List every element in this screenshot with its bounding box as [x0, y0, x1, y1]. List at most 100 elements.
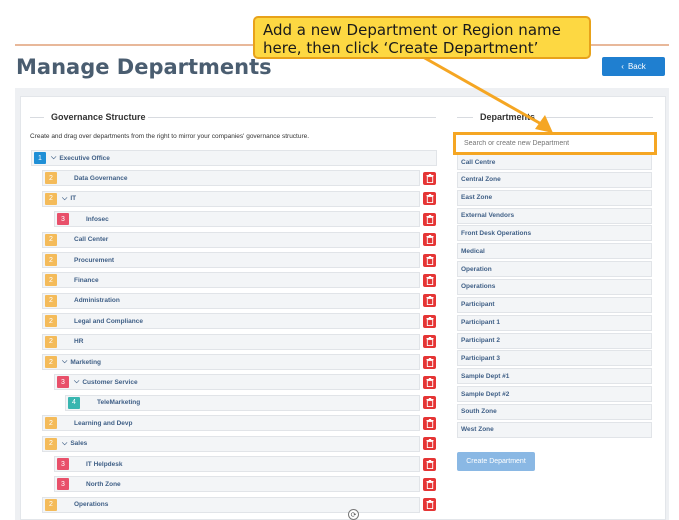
delete-icon[interactable] — [423, 375, 436, 389]
refresh-icon[interactable]: ⟳ — [348, 509, 359, 520]
tree-row-text: HR — [74, 338, 84, 346]
tree-row-label: ⌵ Customer Service — [74, 378, 138, 386]
tree-row-label: ⌵ IT — [62, 195, 76, 203]
governance-description: Create and drag over departments from th… — [30, 133, 310, 140]
tree-row[interactable]: 2 ⌵ Marketing — [42, 354, 420, 370]
tree-row-text: Operations — [74, 501, 109, 509]
callout-arrow-icon — [422, 55, 553, 133]
level-badge: 2 — [45, 315, 57, 328]
level-badge: 2 — [45, 294, 57, 307]
tree-row[interactable]: 3 North Zone — [54, 476, 420, 493]
department-item[interactable]: Sample Dept #1 — [457, 368, 652, 385]
department-item[interactable]: Participant 1 — [457, 314, 652, 331]
department-item[interactable]: External Vendors — [457, 207, 652, 224]
chevron-down-icon[interactable]: ⌵ — [51, 154, 56, 162]
level-badge: 2 — [45, 233, 57, 246]
tree-row[interactable]: 2 Finance — [42, 272, 420, 289]
delete-icon[interactable] — [423, 416, 436, 430]
tree-row[interactable]: 2 HR — [42, 333, 420, 350]
tree-row[interactable]: 3 ⌵ Customer Service — [54, 374, 420, 391]
tooltip-callout: Add a new Department or Region name here… — [253, 16, 591, 59]
tree-row-text: Legal and Compliance — [74, 317, 143, 325]
tree-row[interactable]: 3 Infosec — [54, 211, 420, 228]
delete-icon[interactable] — [423, 212, 436, 226]
delete-icon[interactable] — [423, 457, 436, 471]
callout-line-2: here, then click ‘Create Department’ — [263, 39, 539, 57]
tree-row-text: Marketing — [70, 358, 102, 366]
tree-row-label: Data Governance — [74, 175, 127, 182]
tree-row[interactable]: 2 Administration — [42, 292, 420, 309]
page-title: Manage Departments — [16, 55, 272, 79]
tree-row[interactable]: 2 Data Governance — [42, 170, 420, 187]
tree-row[interactable]: 2 Learning and Devp — [42, 415, 420, 432]
delete-icon[interactable] — [423, 498, 436, 512]
tree-row-text: Learning and Devp — [74, 419, 133, 427]
level-badge: 3 — [57, 458, 69, 470]
tree-row[interactable]: 2 ⌵ Sales — [42, 435, 420, 452]
tree-row[interactable]: 2 Legal and Compliance — [42, 313, 420, 330]
department-item[interactable]: Participant 2 — [457, 332, 652, 349]
delete-icon[interactable] — [423, 273, 436, 287]
level-badge: 2 — [45, 417, 57, 430]
department-item[interactable]: Participant — [457, 296, 652, 313]
delete-icon[interactable] — [423, 192, 436, 206]
chevron-down-icon[interactable]: ⌵ — [62, 440, 67, 448]
level-badge: 3 — [57, 478, 69, 491]
delete-icon[interactable] — [423, 314, 436, 328]
department-item[interactable]: Operation — [457, 261, 652, 278]
create-department-button[interactable]: Create Department — [457, 452, 535, 471]
tree-row-text: Finance — [74, 276, 99, 284]
tree-row-label: Learning and Devp — [74, 420, 133, 427]
department-item[interactable]: West Zone — [457, 421, 652, 438]
tree-row-label: Procurement — [74, 257, 114, 264]
tree-row-text: Administration — [74, 297, 120, 305]
department-item[interactable]: Call Centre — [457, 154, 652, 170]
tree-row-text: TeleMarketing — [97, 399, 141, 407]
tree-row-label: HR — [74, 338, 83, 345]
tree-row[interactable]: 4 TeleMarketing — [65, 394, 420, 411]
tree-row-text: Procurement — [74, 256, 115, 264]
level-badge: 2 — [45, 437, 57, 450]
delete-icon[interactable] — [423, 171, 436, 185]
level-badge: 2 — [45, 274, 57, 287]
delete-icon[interactable] — [423, 253, 436, 267]
tree-row[interactable]: 2 Call Center — [42, 231, 420, 248]
back-button[interactable]: ‹ Back — [602, 57, 665, 76]
tree-row[interactable]: 3 IT Helpdesk — [54, 456, 420, 472]
divider — [30, 117, 44, 118]
level-badge: 2 — [45, 172, 57, 185]
department-item[interactable]: Front Desk Operations — [457, 225, 652, 242]
department-item[interactable]: South Zone — [457, 403, 652, 420]
department-item[interactable]: Operations — [457, 278, 652, 295]
level-badge: 2 — [45, 356, 57, 368]
delete-icon[interactable] — [423, 233, 436, 247]
delete-icon[interactable] — [423, 437, 436, 451]
governance-heading: Governance Structure — [51, 112, 146, 122]
divider — [148, 117, 436, 118]
tree-row-text: Sales — [70, 440, 88, 448]
department-item[interactable]: Medical — [457, 243, 652, 260]
level-badge: 3 — [57, 213, 69, 226]
department-item[interactable]: Sample Dept #2 — [457, 386, 652, 403]
delete-icon[interactable] — [423, 335, 436, 349]
tree-row-label: IT Helpdesk — [86, 461, 122, 468]
chevron-down-icon[interactable]: ⌵ — [62, 195, 67, 203]
chevron-down-icon[interactable]: ⌵ — [74, 378, 79, 386]
delete-icon[interactable] — [423, 294, 436, 308]
department-item[interactable]: Central Zone — [457, 171, 652, 188]
tree-row[interactable]: 2 ⌵ IT — [42, 190, 420, 207]
department-item[interactable]: Participant 3 — [457, 350, 652, 367]
tree-row[interactable]: 2 Operations — [42, 496, 420, 513]
level-badge: 2 — [45, 498, 57, 511]
tree-row[interactable]: 2 Procurement — [42, 252, 420, 268]
tree-row-label: Infosec — [86, 216, 109, 223]
tree-row-label: North Zone — [86, 481, 121, 488]
tree-row-text: Customer Service — [82, 378, 138, 386]
divider — [545, 117, 653, 118]
department-item[interactable]: East Zone — [457, 189, 652, 206]
delete-icon[interactable] — [423, 396, 436, 410]
chevron-down-icon[interactable]: ⌵ — [62, 358, 67, 366]
delete-icon[interactable] — [423, 355, 436, 369]
tree-row[interactable]: 1 ⌵ Executive Office — [31, 150, 437, 166]
delete-icon[interactable] — [423, 477, 436, 491]
